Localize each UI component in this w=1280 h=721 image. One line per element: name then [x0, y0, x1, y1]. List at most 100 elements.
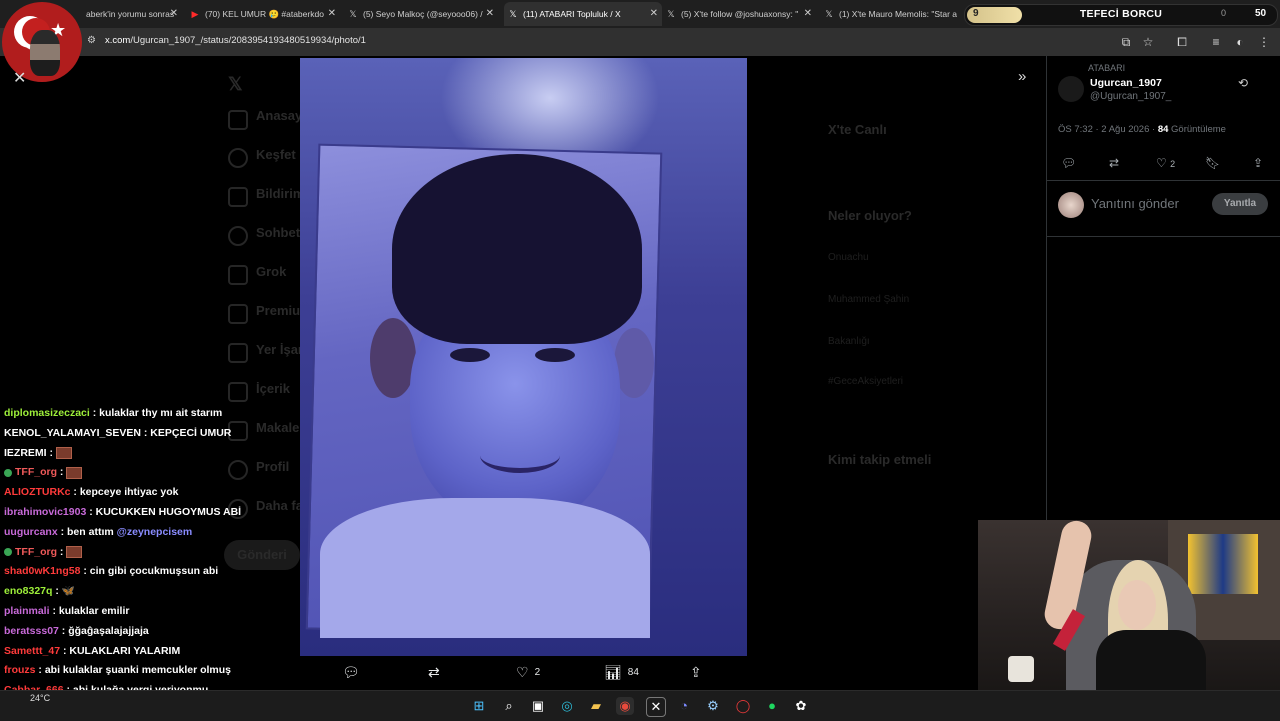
chat-message: eno8327q : 🦋: [4, 582, 294, 602]
close-tab-icon[interactable]: ✕: [170, 8, 178, 19]
community-label[interactable]: ATABARI: [1088, 63, 1125, 73]
chat-mention[interactable]: @zeynepcisem: [117, 526, 193, 538]
extensions-icon[interactable]: ⧠: [1174, 34, 1190, 50]
nav-explore[interactable]: Keşfet: [256, 147, 296, 162]
close-tab-icon[interactable]: ✕: [328, 8, 336, 19]
trend-item[interactable]: Onuachu: [828, 252, 869, 263]
opera-icon[interactable]: ◯: [734, 697, 752, 715]
close-media-icon[interactable]: ✕: [13, 68, 26, 88]
chat-emote-icon: [66, 545, 83, 558]
chrome-icon[interactable]: ◉: [616, 697, 634, 715]
mug: [1008, 656, 1034, 682]
steam-icon[interactable]: ⚙: [704, 697, 722, 715]
reply-icon[interactable]: 💬︎: [1061, 156, 1076, 170]
home-icon: [228, 110, 248, 130]
address-bar[interactable]: ⚙ x.com/Ugurcan_1907_/status/20839541934…: [0, 28, 1280, 56]
nav-grok[interactable]: Grok: [256, 264, 286, 279]
chat-message: Samettt_47 : KULAKLARI YALARIM: [4, 642, 294, 662]
x-logo-icon: 𝕏: [228, 74, 243, 94]
close-tab-icon[interactable]: ✕: [486, 8, 494, 19]
reply-action[interactable]: 💬︎: [342, 664, 366, 681]
trend-item[interactable]: Muhammed Şahin: [828, 294, 909, 305]
windows-start-icon[interactable]: ⊞: [470, 697, 488, 715]
search-icon[interactable]: ⌕: [500, 697, 518, 715]
chat-username[interactable]: frouzs: [4, 664, 36, 676]
x-logo-icon: 𝕏: [667, 9, 675, 19]
author-name[interactable]: Ugurcan_1907: [1090, 77, 1162, 89]
share-icon[interactable]: ⇪: [1253, 156, 1263, 170]
browser-tab[interactable]: ▶ (70) KEL UMUR 🥲 #ataberkdo ✕: [190, 2, 340, 26]
browser-tab-active[interactable]: 𝕏 (11) ATABARI Topluluk / X ✕: [504, 2, 662, 26]
chat-username[interactable]: plainmali: [4, 605, 50, 617]
goal-current-value: 0: [1221, 8, 1227, 18]
browser-tab[interactable]: aberk'in yorumu sonras ✕: [86, 2, 182, 26]
views-action[interactable]: 📊︎ 84: [604, 664, 639, 681]
browser-tab[interactable]: 𝕏 (5) X'te follow @joshuaxonsy: " ✕: [666, 2, 816, 26]
browser-tab[interactable]: 𝕏 (5) Seyo Malkoç (@seyooo06) / ✕: [348, 2, 498, 26]
expand-panel-icon[interactable]: »: [1018, 68, 1026, 85]
trend-item[interactable]: Bakanlığı: [828, 336, 870, 347]
chat-username[interactable]: Samettt_47: [4, 645, 60, 657]
chat-username[interactable]: beratsss07: [4, 625, 59, 637]
chat-message: KENOL_YALAMAYI_SEVEN : KEPÇECİ UMUR: [4, 424, 294, 444]
chat-text: : kulaklar thy mı ait starım: [92, 407, 223, 419]
chat-username[interactable]: IEZREMI: [4, 447, 47, 459]
chat-username[interactable]: ibrahimovic1903: [4, 506, 86, 518]
site-info-icon[interactable]: ⚙: [87, 35, 99, 47]
cast-icon[interactable]: ⧉: [1118, 34, 1134, 50]
repost-action[interactable]: ⇄: [428, 664, 446, 681]
author-handle[interactable]: @Ugurcan_1907_: [1090, 91, 1171, 102]
edge-icon[interactable]: ◎: [558, 697, 576, 715]
profile-avatar-icon[interactable]: ◐: [1232, 34, 1248, 50]
reply-button[interactable]: Yanıtla: [1212, 193, 1268, 215]
nav-chat[interactable]: Sohbet: [256, 225, 300, 240]
chat-text: : ğğaĝaşalajajjaja: [61, 624, 149, 637]
reply-input[interactable]: Yanıtını gönder: [1091, 196, 1179, 211]
task-view-icon[interactable]: ▣: [529, 697, 547, 715]
explore-icon: [228, 148, 248, 168]
chat-emote-icon: [66, 466, 83, 479]
like-action[interactable]: ♡ 2: [516, 664, 540, 681]
chat-message: TFF_org :: [4, 543, 294, 563]
bookmark-star-icon[interactable]: ☆: [1140, 34, 1156, 50]
menu-kebab-icon[interactable]: ⋮: [1256, 34, 1272, 50]
chat-username[interactable]: diplomasizeczaci: [4, 407, 90, 419]
repost-icon[interactable]: ⇄: [1109, 156, 1119, 170]
tweet-photo[interactable]: [300, 58, 747, 656]
x-logo-icon: 𝕏: [349, 9, 357, 19]
chat-username[interactable]: ALIOZTURKc: [4, 486, 71, 498]
media-control-icon[interactable]: ≡: [1208, 34, 1224, 50]
x-app-icon[interactable]: ✕: [646, 697, 666, 717]
spotify-icon[interactable]: ●: [763, 697, 781, 715]
nav-content[interactable]: İçerik: [256, 381, 290, 396]
share-action[interactable]: ⇪: [690, 664, 702, 681]
grok-icon[interactable]: ⟲: [1238, 76, 1248, 90]
chat-text: : abi kulaklar şuanki memcukler olmuş: [38, 664, 232, 677]
bookmark-icon[interactable]: 🔖︎: [1205, 156, 1220, 170]
app-icon[interactable]: ✿: [792, 697, 810, 715]
url-text[interactable]: x.com/Ugurcan_1907_/status/2083954193480…: [105, 35, 366, 46]
content-icon: [228, 382, 248, 402]
trend-item[interactable]: #GeceAksiyetleri: [828, 376, 903, 387]
chat-username[interactable]: eno8327q: [4, 585, 52, 597]
grok-icon: [228, 265, 248, 285]
browser-tab[interactable]: 𝕏 (1) X'te Mauro Memolis: "Star a: [824, 2, 960, 26]
premium-icon: [228, 304, 248, 324]
chat-message: frouzs : abi kulaklar şuanki memcukler o…: [4, 661, 294, 681]
chat-username[interactable]: uugurcanx: [4, 526, 58, 538]
views-chart-icon: 📊︎: [604, 664, 622, 680]
close-tab-icon[interactable]: ✕: [650, 8, 658, 19]
author-avatar[interactable]: [1058, 76, 1084, 102]
chat-username[interactable]: KENOL_YALAMAYI_SEVEN: [4, 427, 141, 439]
close-tab-icon[interactable]: ✕: [804, 8, 812, 19]
like-button[interactable]: ♡ 2: [1156, 156, 1175, 170]
discord-icon[interactable]: ◔: [675, 697, 693, 715]
chat-username[interactable]: TFF_org: [15, 546, 57, 558]
chat-text: : KUCUKKEN HUGOYMUS ABİ: [89, 505, 242, 518]
weather-temp[interactable]: 24°C: [30, 693, 50, 703]
chat-username[interactable]: TFF_org: [15, 466, 57, 478]
chat-username[interactable]: shad0wK1ng58: [4, 565, 80, 577]
file-explorer-icon[interactable]: ▰: [587, 697, 605, 715]
repost-icon: ⇄: [428, 664, 440, 680]
stream-chat: diplomasizeczaci : kulaklar thy mı ait s…: [4, 404, 294, 701]
